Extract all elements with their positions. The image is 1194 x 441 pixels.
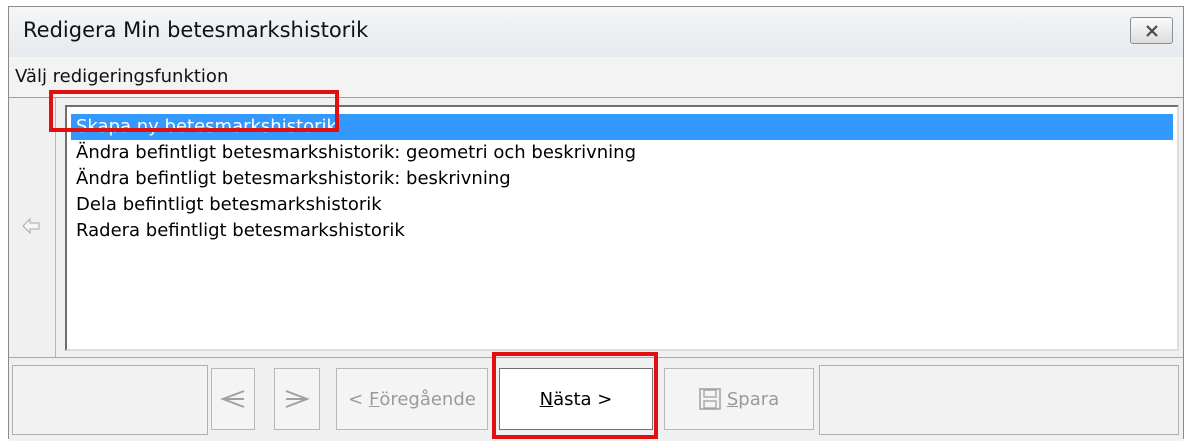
previous-label: öregående xyxy=(379,388,476,410)
previous-prefix: < xyxy=(348,388,369,410)
title-bar: Redigera Min betesmarkshistorik xyxy=(9,7,1183,58)
list-item-edit-description[interactable]: Ändra befintligt betesmarkshistorik: bes… xyxy=(71,166,1173,192)
function-header-label: Välj redigeringsfunktion xyxy=(15,66,229,87)
back-arrow-icon[interactable] xyxy=(22,218,40,234)
save-button[interactable]: Spara xyxy=(664,368,814,430)
arrow-right-icon xyxy=(285,390,310,408)
close-icon xyxy=(1145,24,1158,37)
list-item-split[interactable]: Dela befintligt betesmarkshistorik xyxy=(71,192,1173,218)
last-button[interactable] xyxy=(274,368,320,430)
previous-button[interactable]: < Föregående xyxy=(336,368,488,430)
list-item-edit-geometry[interactable]: Ändra befintligt betesmarkshistorik: geo… xyxy=(71,140,1173,166)
toolbar-right-panel xyxy=(819,365,1179,435)
left-nav-pane xyxy=(9,98,56,357)
list-item-delete[interactable]: Radera befintligt betesmarkshistorik xyxy=(71,218,1173,244)
floppy-disk-icon xyxy=(699,388,721,410)
arrow-left-icon xyxy=(220,390,245,408)
first-button[interactable] xyxy=(211,368,255,430)
save-label: para xyxy=(738,388,780,410)
highlight-next-button xyxy=(492,352,658,439)
close-button[interactable] xyxy=(1130,17,1173,44)
highlight-create-item xyxy=(49,90,339,132)
previous-mnemonic: F xyxy=(368,388,380,410)
window-title: Redigera Min betesmarkshistorik xyxy=(23,18,369,42)
function-listbox[interactable]: Skapa ny betesmarkshistorik Ändra befint… xyxy=(65,105,1179,351)
toolbar-left-panel xyxy=(12,365,208,435)
save-mnemonic: S xyxy=(726,388,739,410)
